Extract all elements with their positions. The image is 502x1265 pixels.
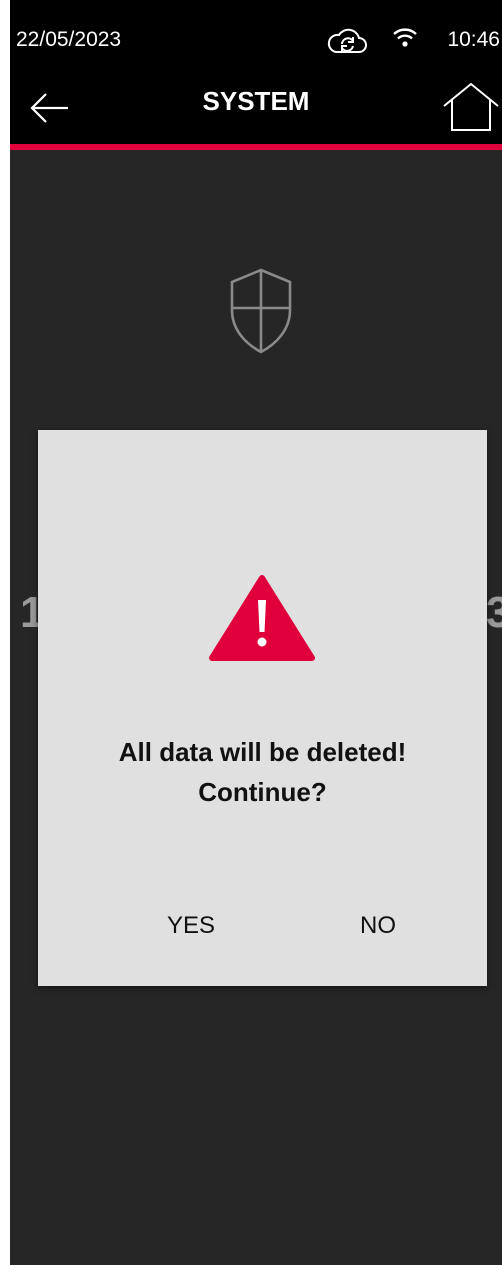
warning-triangle-icon [208,572,316,662]
yes-button[interactable]: YES [131,904,251,948]
status-time: 10:46 [447,28,500,51]
background-number-right: 3 [486,588,502,637]
cloud-sync-icon [326,26,368,56]
header-accent-line [10,144,502,150]
device-screen: 22/05/2023 10:46 SYSTEM 1 3 All data wil… [10,0,502,1265]
wifi-icon [392,26,418,50]
dialog-message-line2: Continue? [198,777,327,807]
home-icon[interactable] [440,80,502,134]
no-button[interactable]: NO [318,904,438,948]
shield-icon [226,266,296,356]
confirm-dialog: All data will be deleted! Continue? YES … [38,430,487,986]
page-title: SYSTEM [202,86,310,116]
header-bar: SYSTEM [10,66,502,144]
dialog-message-line1: All data will be deleted! [118,737,407,767]
status-date: 22/05/2023 [16,28,122,51]
dialog-message: All data will be deleted! Continue? [38,732,487,812]
